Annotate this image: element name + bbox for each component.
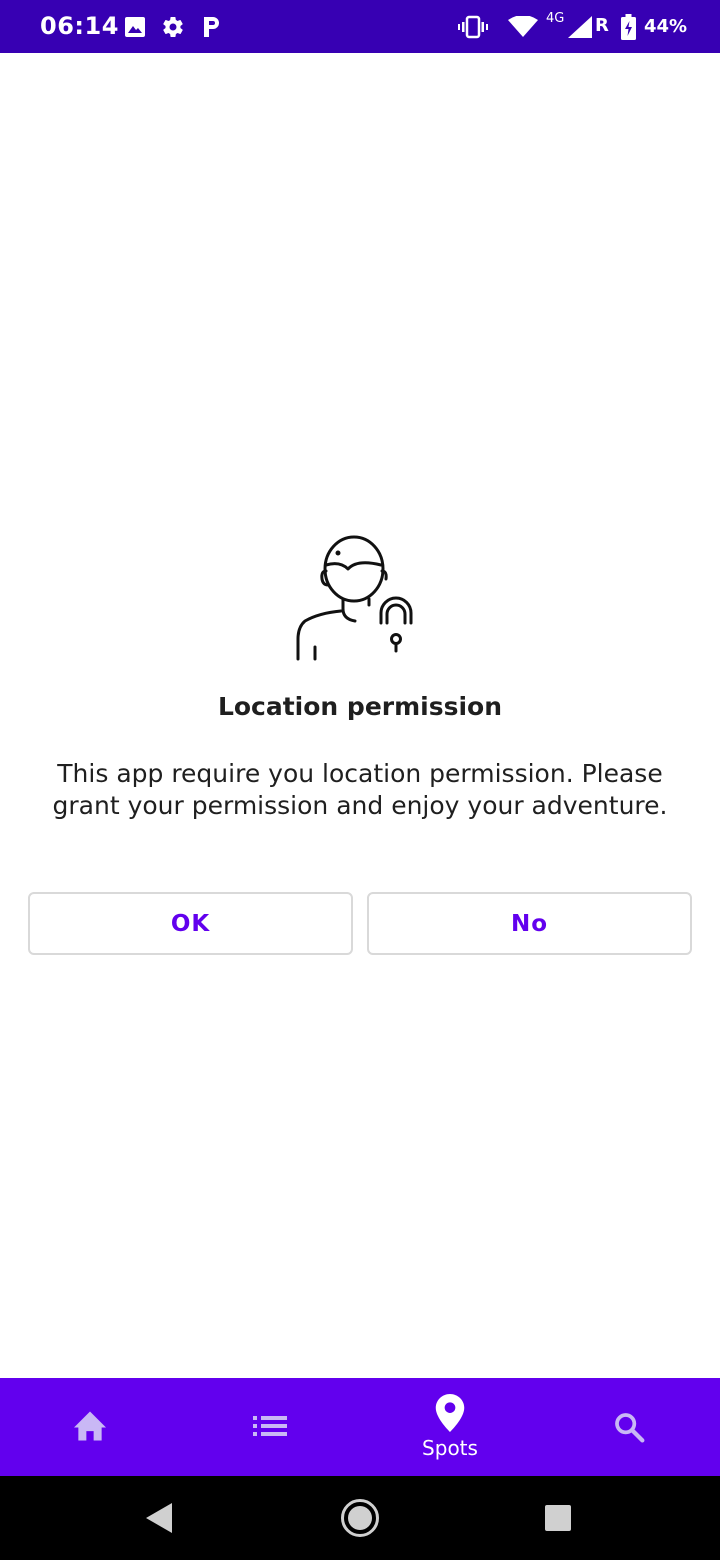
search-icon [615,1413,645,1443]
status-time: 06:14 [40,12,119,40]
wifi-icon [508,15,538,43]
vibrate-icon [458,15,488,44]
parking-icon [200,15,222,44]
ok-button[interactable]: OK [28,892,353,955]
dialog-title: Location permission [217,692,503,721]
home-circle-icon[interactable] [340,1498,380,1538]
image-icon [124,16,146,43]
signal-icon [568,16,592,43]
back-icon[interactable] [146,1503,172,1533]
location-pin-icon [435,1394,465,1432]
recents-icon[interactable] [545,1505,571,1531]
bottom-navigation: Spots [0,1378,720,1476]
user-lock-icon [295,535,425,663]
nav-item-spots[interactable]: Spots [360,1378,540,1476]
nav-item-search[interactable] [540,1378,720,1476]
home-icon [74,1411,106,1441]
gear-icon [161,15,185,44]
list-icon [253,1416,287,1436]
roaming-indicator: R [595,15,609,36]
status-bar: 06:14 4G R 44% [0,0,720,53]
dialog-message: This app require you location permission… [52,759,668,820]
nav-item-home[interactable] [0,1378,180,1476]
nav-label-spots: Spots [422,1436,478,1460]
battery-icon [621,14,636,45]
no-button[interactable]: No [367,892,692,955]
permission-screen: Location permission This app require you… [0,53,720,1378]
nav-item-list[interactable] [180,1378,360,1476]
battery-percent: 44% [644,16,688,37]
network-type: 4G [546,11,565,26]
system-navigation-bar [0,1476,720,1560]
